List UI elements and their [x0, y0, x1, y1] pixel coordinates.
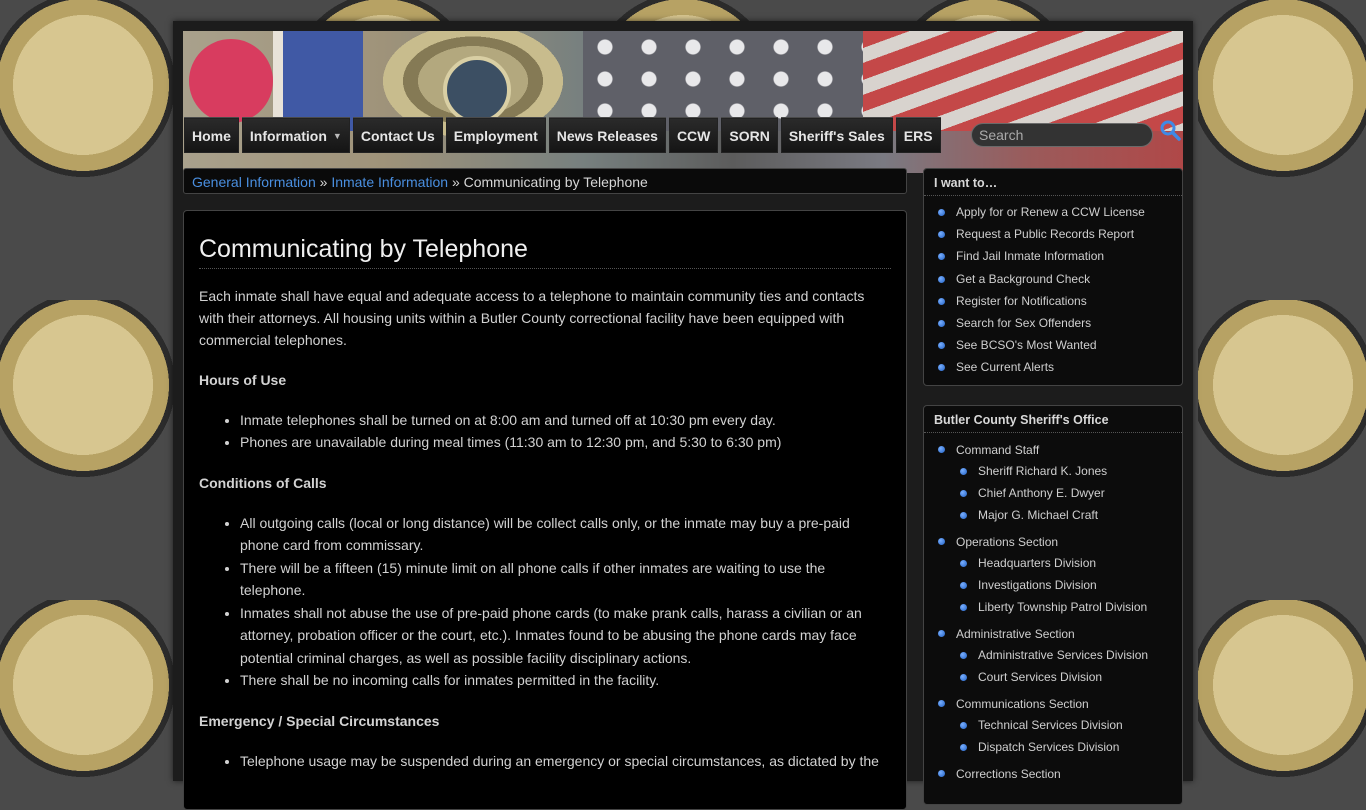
nav-sorn-label: SORN [729, 127, 770, 144]
widget-title: Butler County Sheriff's Office [924, 406, 1182, 433]
nav-sheriffs-sales[interactable]: Sheriff's Sales [780, 117, 893, 153]
nav-sales-label: Sheriff's Sales [788, 127, 885, 144]
sidebar-sublink[interactable]: Dispatch Services Division [956, 736, 1182, 758]
section-heading: Emergency / Special Circumstances [199, 712, 440, 729]
section-list: Inmate telephones shall be turned on at … [199, 409, 891, 454]
sidebar-sublink[interactable]: Sheriff Richard K. Jones [956, 460, 1182, 482]
list-item: All outgoing calls (local or long distan… [240, 512, 891, 557]
widget-title: I want to… [924, 169, 1182, 196]
page-wrapper: Home Information ▼ Contact Us Employment … [173, 21, 1193, 810]
sidebar-group-link[interactable]: Communications Section [956, 697, 1089, 711]
section-list: Telephone usage may be suspended during … [199, 750, 891, 773]
nav-information[interactable]: Information ▼ [241, 117, 350, 153]
nav-ccw[interactable]: CCW [668, 117, 719, 153]
breadcrumb-separator: » [451, 174, 460, 190]
nav-sorn[interactable]: SORN [721, 117, 778, 153]
search-input[interactable]: Search [971, 123, 1153, 147]
widget-sheriffs-office: Butler County Sheriff's Office Command S… [923, 405, 1183, 805]
nav-news-releases[interactable]: News Releases [548, 117, 666, 153]
sidebar-group-link[interactable]: Operations Section [956, 535, 1058, 549]
nav-ccw-label: CCW [676, 127, 711, 144]
sidebar-sublink[interactable]: Liberty Township Patrol Division [956, 596, 1182, 618]
state-seal-image [443, 56, 511, 124]
sidebar-sublink[interactable]: Investigations Division [956, 574, 1182, 596]
nav-home[interactable]: Home [184, 117, 239, 153]
breadcrumb-current: Communicating by Telephone [463, 174, 648, 190]
sidebar-group-link[interactable]: Corrections Section [956, 767, 1061, 781]
breadcrumb-link-general-information[interactable]: General Information [192, 174, 316, 190]
page-title: Communicating by Telephone [199, 235, 891, 269]
sidebar-sublist: Technical Services Division Dispatch Ser… [956, 714, 1182, 762]
sidebar-group: Command Staff Sheriff Richard K. Jones C… [924, 440, 1182, 530]
section-heading: Conditions of Calls [199, 474, 327, 491]
sidebar-link[interactable]: Search for Sex Offenders [924, 312, 1182, 334]
section-list: All outgoing calls (local or long distan… [199, 512, 891, 692]
widget-list: Command Staff Sheriff Richard K. Jones C… [924, 433, 1182, 790]
list-item: There shall be no incoming calls for inm… [240, 669, 891, 692]
ohio-flag-red-circle [189, 39, 273, 123]
list-item: Telephone usage may be suspended during … [240, 750, 891, 773]
main-content: Communicating by Telephone Each inmate s… [183, 210, 907, 810]
sidebar-group: Administrative Section Administrative Se… [924, 624, 1182, 692]
sidebar-sublink[interactable]: Administrative Services Division [956, 644, 1182, 666]
nav-news-label: News Releases [556, 127, 658, 144]
sidebar-link[interactable]: See BCSO's Most Wanted [924, 334, 1182, 356]
sidebar-group-link[interactable]: Administrative Section [956, 627, 1075, 641]
sidebar-sublink[interactable]: Court Services Division [956, 666, 1182, 688]
sidebar-sublist: Sheriff Richard K. Jones Chief Anthony E… [956, 460, 1182, 530]
widget-list: Apply for or Renew a CCW License Request… [924, 196, 1182, 385]
sidebar-link[interactable]: Apply for or Renew a CCW License [924, 201, 1182, 223]
nav-contact-label: Contact Us [360, 127, 435, 144]
widget-i-want-to: I want to… Apply for or Renew a CCW Lice… [923, 168, 1183, 386]
search-placeholder: Search [979, 127, 1024, 143]
breadcrumb: General Information » Inmate Information… [183, 168, 907, 194]
sidebar-link[interactable]: Find Jail Inmate Information [924, 245, 1182, 267]
sidebar-group-link[interactable]: Command Staff [956, 443, 1039, 457]
sidebar-sublink[interactable]: Technical Services Division [956, 714, 1182, 736]
nav-contact-us[interactable]: Contact Us [352, 117, 443, 153]
sidebar-link[interactable]: See Current Alerts [924, 356, 1182, 378]
section-heading: Hours of Use [199, 371, 287, 388]
sidebar-sublink[interactable]: Major G. Michael Craft [956, 504, 1182, 526]
chevron-down-icon: ▼ [332, 130, 342, 141]
list-item: Inmates shall not abuse the use of pre-p… [240, 602, 891, 670]
sidebar-link[interactable]: Register for Notifications [924, 290, 1182, 312]
sidebar-sublist: Headquarters Division Investigations Div… [956, 552, 1182, 622]
list-item: There will be a fifteen (15) minute limi… [240, 557, 891, 602]
sidebar-link[interactable]: Request a Public Records Report [924, 223, 1182, 245]
list-item: Phones are unavailable during meal times… [240, 431, 891, 454]
breadcrumb-separator: » [319, 174, 328, 190]
sidebar-group: Corrections Section [924, 764, 1182, 784]
search-icon[interactable] [1159, 119, 1181, 141]
sidebar-group: Operations Section Headquarters Division… [924, 532, 1182, 622]
sidebar-link[interactable]: Get a Background Check [924, 268, 1182, 290]
nav-employment[interactable]: Employment [445, 117, 546, 153]
sidebar-sublist: Administrative Services Division Court S… [956, 644, 1182, 692]
header-banner: Home Information ▼ Contact Us Employment … [183, 31, 1183, 173]
sidebar-sublink[interactable]: Chief Anthony E. Dwyer [956, 482, 1182, 504]
nav-ers[interactable]: ERS [895, 117, 941, 153]
nav-ers-label: ERS [903, 127, 933, 144]
list-item: Inmate telephones shall be turned on at … [240, 409, 891, 432]
intro-paragraph: Each inmate shall have equal and adequat… [199, 287, 865, 348]
nav-information-label: Information [249, 127, 327, 144]
sidebar-sublink[interactable]: Headquarters Division [956, 552, 1182, 574]
sidebar-group: Communications Section Technical Service… [924, 694, 1182, 762]
nav-home-label: Home [192, 127, 231, 144]
breadcrumb-link-inmate-information[interactable]: Inmate Information [331, 174, 448, 190]
nav-employment-label: Employment [453, 127, 538, 144]
